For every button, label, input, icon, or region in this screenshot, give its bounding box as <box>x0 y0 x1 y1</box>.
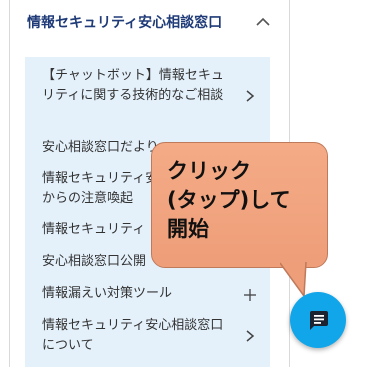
callout-text: クリック (タップ)して 開始 <box>167 159 291 241</box>
list-item-label: 情報セキュリティ安心相談窓口について <box>42 318 224 353</box>
callout-tail <box>280 262 307 296</box>
chevron-right-icon <box>246 90 255 102</box>
chevron-right-icon <box>246 330 255 342</box>
section-header[interactable]: 情報セキュリティ安心相談窓口 <box>10 0 289 44</box>
list-item-chatbot[interactable]: 【チャットボット】情報セキュリティに関する技術的なご相談 <box>25 66 270 126</box>
chevron-up-icon[interactable] <box>255 14 271 30</box>
chat-launcher-button[interactable] <box>290 292 346 348</box>
chat-bubble-icon <box>310 311 328 330</box>
list-item-leak-tools[interactable]: 情報漏えい対策ツール <box>25 284 270 306</box>
list-item-label: 情報漏えい対策ツール <box>42 286 173 301</box>
list-item-about[interactable]: 情報セキュリティ安心相談窓口について <box>25 316 270 358</box>
section-title: 情報セキュリティ安心相談窓口 <box>27 15 223 31</box>
plus-icon <box>244 289 256 301</box>
list-item-label: 【チャットボット】情報セキュリティに関する技術的なご相談 <box>42 68 224 103</box>
